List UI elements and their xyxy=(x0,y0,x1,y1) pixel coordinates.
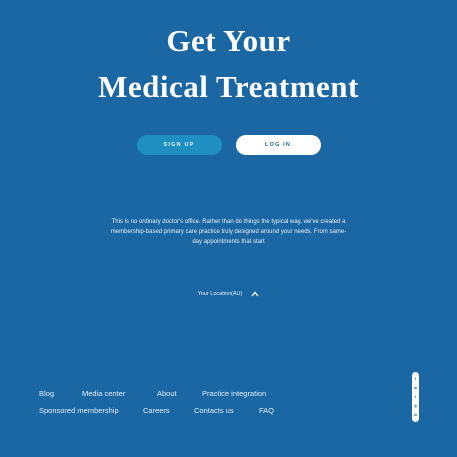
footer-link-sponsored-membership[interactable]: Sponsored membership xyxy=(39,406,119,415)
instagram-icon[interactable]: ◎ xyxy=(414,404,417,408)
hero-title-line2: Medical Treatment xyxy=(98,69,359,104)
twitter-icon[interactable]: t xyxy=(415,395,416,399)
linkedin-icon-2[interactable]: in xyxy=(414,413,417,417)
facebook-icon[interactable]: f xyxy=(415,377,416,381)
hero-title: Get Your Medical Treatment xyxy=(0,18,457,110)
signup-button[interactable]: SIGN UP xyxy=(136,135,222,155)
footer-link-careers[interactable]: Careers xyxy=(143,406,170,415)
location-selector[interactable]: Your Location(AU) xyxy=(0,291,457,297)
intro-description: This is no ordinary doctor's office. Rat… xyxy=(110,219,347,245)
footer-link-about[interactable]: About xyxy=(157,389,177,398)
cta-row: SIGN UP LOG IN xyxy=(0,135,457,155)
login-button[interactable]: LOG IN xyxy=(235,135,321,155)
footer-link-contacts[interactable]: Contacts us xyxy=(194,406,234,415)
footer-link-media-center[interactable]: Media center xyxy=(82,389,125,398)
hero-title-line1: Get Your xyxy=(166,23,291,58)
social-links: f in t ◎ in xyxy=(412,372,419,422)
chevron-up-icon[interactable] xyxy=(251,291,259,297)
footer-link-blog[interactable]: Blog xyxy=(39,389,54,398)
footer-link-faq[interactable]: FAQ xyxy=(259,406,274,415)
linkedin-icon[interactable]: in xyxy=(414,386,417,390)
location-label[interactable]: Your Location(AU) xyxy=(198,291,243,297)
footer-link-practice-integration[interactable]: Practice integration xyxy=(202,389,266,398)
